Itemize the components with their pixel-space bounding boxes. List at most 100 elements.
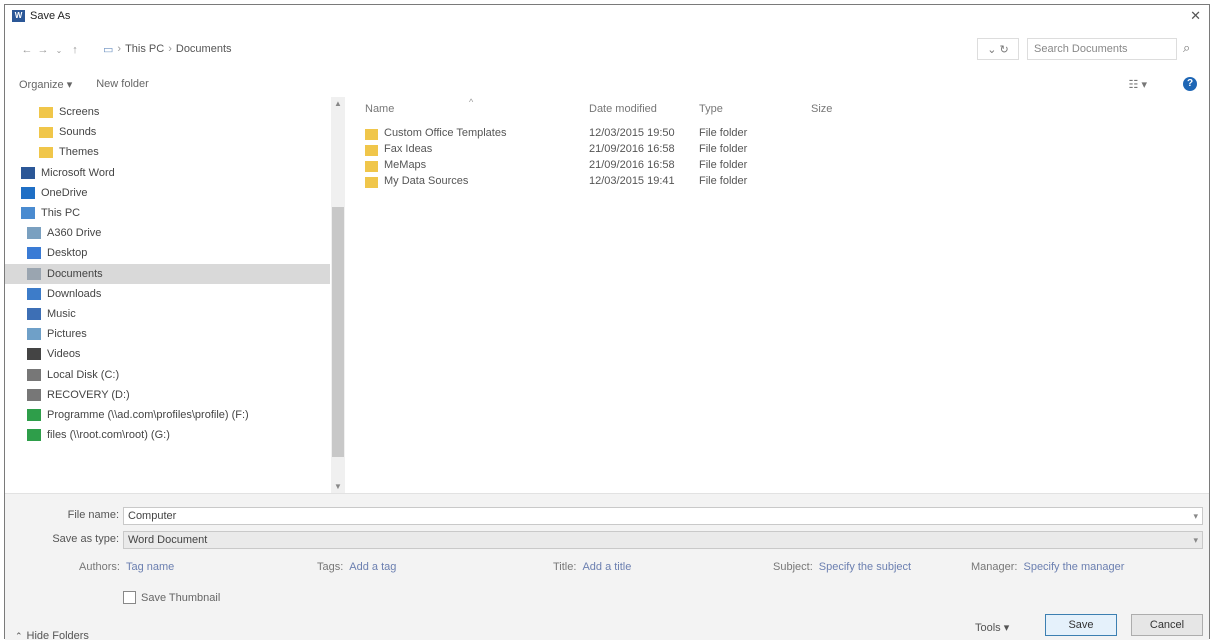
documents-icon <box>27 267 41 280</box>
refresh-icon: ↻ <box>999 43 1009 56</box>
sidebar-item-local-disk-c[interactable]: Local Disk (C:) <box>5 365 330 385</box>
title-field[interactable]: Title: Add a title <box>553 561 631 573</box>
column-header-date[interactable]: Date modified <box>589 103 657 115</box>
folder-icon <box>365 129 378 140</box>
sidebar-item-a360-drive[interactable]: A360 Drive <box>5 223 330 243</box>
breadcrumb-documents[interactable]: Documents <box>176 43 232 55</box>
hide-folders-label: Hide Folders <box>26 630 89 642</box>
folder-icon <box>365 145 378 156</box>
save-thumbnail-checkbox[interactable]: Save Thumbnail <box>123 591 220 604</box>
sidebar-item-videos[interactable]: Videos <box>5 344 330 364</box>
sidebar-item-onedrive[interactable]: OneDrive <box>5 183 330 203</box>
sidebar-item-desktop[interactable]: Desktop <box>5 243 330 263</box>
subject-field[interactable]: Subject: Specify the subject <box>773 561 911 573</box>
search-icon[interactable]: ⌕ <box>1183 40 1190 56</box>
network-drive-icon <box>27 409 41 421</box>
forward-arrow-icon[interactable]: → <box>35 44 51 56</box>
folder-icon <box>39 106 53 118</box>
table-row[interactable]: Custom Office Templates 12/03/2015 19:50 F… <box>365 127 845 143</box>
close-icon[interactable]: ✕ <box>1190 8 1201 24</box>
breadcrumb-this-pc[interactable]: This PC <box>125 43 164 55</box>
sidebar-item-label: Videos <box>47 348 81 361</box>
folder-icon <box>39 126 53 138</box>
view-options-icon[interactable]: ☷ ▾ <box>1129 78 1147 91</box>
column-header-size[interactable]: Size <box>811 103 832 115</box>
sidebar-item-label: files (\\root.com\root) (G:) <box>47 429 170 442</box>
file-name: My Data Sources <box>384 175 469 187</box>
download-icon <box>27 287 41 300</box>
back-arrow-icon[interactable]: ← <box>19 44 35 56</box>
nav-scrollbar[interactable]: ▲ ▼ <box>331 97 345 493</box>
sidebar-item-label: Programme (\\ad.com\profiles\profile) (F… <box>47 409 249 421</box>
search-input[interactable]: Search Documents <box>1027 38 1177 60</box>
up-arrow-icon[interactable]: ↑ <box>67 44 83 56</box>
sidebar-item-label: Documents <box>47 267 103 280</box>
file-name: Custom Office Templates <box>384 127 507 139</box>
sidebar-item-files-root-com-root-g[interactable]: files (\\root.com\root) (G:) <box>5 425 330 445</box>
cancel-button[interactable]: Cancel <box>1131 614 1203 636</box>
address-bar[interactable]: ▭ › This PC › Documents <box>103 38 973 60</box>
checkbox-box[interactable] <box>123 591 136 604</box>
title-bar: W Save As ✕ <box>5 5 1209 27</box>
recent-chevron-icon[interactable]: ⌄ <box>51 46 67 55</box>
file-name-value: Computer <box>128 510 177 522</box>
new-folder-button[interactable]: New folder <box>96 78 149 90</box>
folder-icon <box>365 177 378 188</box>
save-type-select[interactable]: Word Document ▾ <box>123 531 1203 549</box>
sidebar-item-programme-ad-com-profiles-profile-f[interactable]: Programme (\\ad.com\profiles\profile) (F… <box>5 405 330 425</box>
videos-icon <box>27 348 41 361</box>
chevron-down-icon[interactable]: ▾ <box>1193 532 1198 548</box>
chevron-down-icon: ⌄ <box>987 43 997 56</box>
manager-field[interactable]: Manager: Specify the manager <box>971 561 1124 573</box>
cloud-icon <box>21 186 35 199</box>
help-icon[interactable]: ? <box>1183 77 1197 91</box>
chevron-down-icon[interactable]: ▾ <box>1193 508 1198 524</box>
sidebar-item-label: Local Disk (C:) <box>47 368 120 381</box>
scroll-thumb[interactable] <box>332 207 344 457</box>
sidebar-item-label: Desktop <box>47 247 88 260</box>
folder-icon <box>39 146 53 158</box>
sidebar-item-documents[interactable]: Documents <box>5 263 330 284</box>
sidebar-item-downloads[interactable]: Downloads <box>5 284 330 304</box>
sidebar-item-screens[interactable]: Screens <box>5 102 330 122</box>
sidebar-item-label: OneDrive <box>41 186 88 199</box>
sidebar-item-label: Pictures <box>47 328 87 341</box>
sort-caret-icon: ^ <box>469 97 474 107</box>
column-header-name[interactable]: Name <box>365 103 394 115</box>
file-name: Fax Ideas <box>384 143 433 155</box>
word-icon: W <box>12 10 25 22</box>
file-date: 21/09/2016 16:58 <box>589 143 675 155</box>
sidebar-item-label: Themes <box>59 146 99 159</box>
scroll-up-icon[interactable]: ▲ <box>334 99 342 108</box>
table-row[interactable]: MeMaps 21/09/2016 16:58 File folder <box>365 159 845 175</box>
sidebar-item-label: Music <box>47 308 76 320</box>
table-row[interactable]: My Data Sources 12/03/2015 19:41 File fold… <box>365 175 845 191</box>
table-row[interactable]: Fax Ideas 21/09/2016 16:58 File folder <box>365 143 845 159</box>
sidebar-item-recovery-d[interactable]: RECOVERY (D:) <box>5 385 330 405</box>
sidebar-item-music[interactable]: Music <box>5 304 330 324</box>
file-list: Name ^ Date modified Type Size Custom Of… <box>355 97 1195 493</box>
folder-icon <box>365 161 378 172</box>
sidebar-item-sounds[interactable]: Sounds <box>5 122 330 142</box>
sidebar-item-this-pc[interactable]: This PC <box>5 203 330 223</box>
tags-field[interactable]: Tags: Add a tag <box>317 561 396 573</box>
file-type: File folder <box>699 127 748 139</box>
sidebar-item-label: A360 Drive <box>47 227 102 240</box>
pc-icon: ▭ <box>103 43 114 56</box>
sidebar-item-pictures[interactable]: Pictures <box>5 324 330 344</box>
disk-icon <box>27 368 41 381</box>
save-type-value: Word Document <box>128 534 208 546</box>
sidebar-item-themes[interactable]: Themes <box>5 142 330 162</box>
authors-field[interactable]: Authors: Tag name <box>79 561 174 573</box>
scroll-down-icon[interactable]: ▼ <box>334 482 342 491</box>
column-header-type[interactable]: Type <box>699 103 723 115</box>
tools-button[interactable]: Tools ▾ <box>975 621 1009 634</box>
file-date: 12/03/2015 19:41 <box>589 175 675 187</box>
refresh-button[interactable]: ⌄ ↻ <box>977 38 1019 60</box>
drive-icon <box>27 227 41 240</box>
organize-button[interactable]: Organize ▾ <box>19 78 72 91</box>
sidebar-item-microsoft-word[interactable]: Microsoft Word <box>5 163 330 183</box>
file-name-input[interactable]: Computer ▾ <box>123 507 1203 525</box>
save-button[interactable]: Save <box>1045 614 1117 636</box>
hide-folders-button[interactable]: ⌃ Hide Folders <box>15 630 89 642</box>
